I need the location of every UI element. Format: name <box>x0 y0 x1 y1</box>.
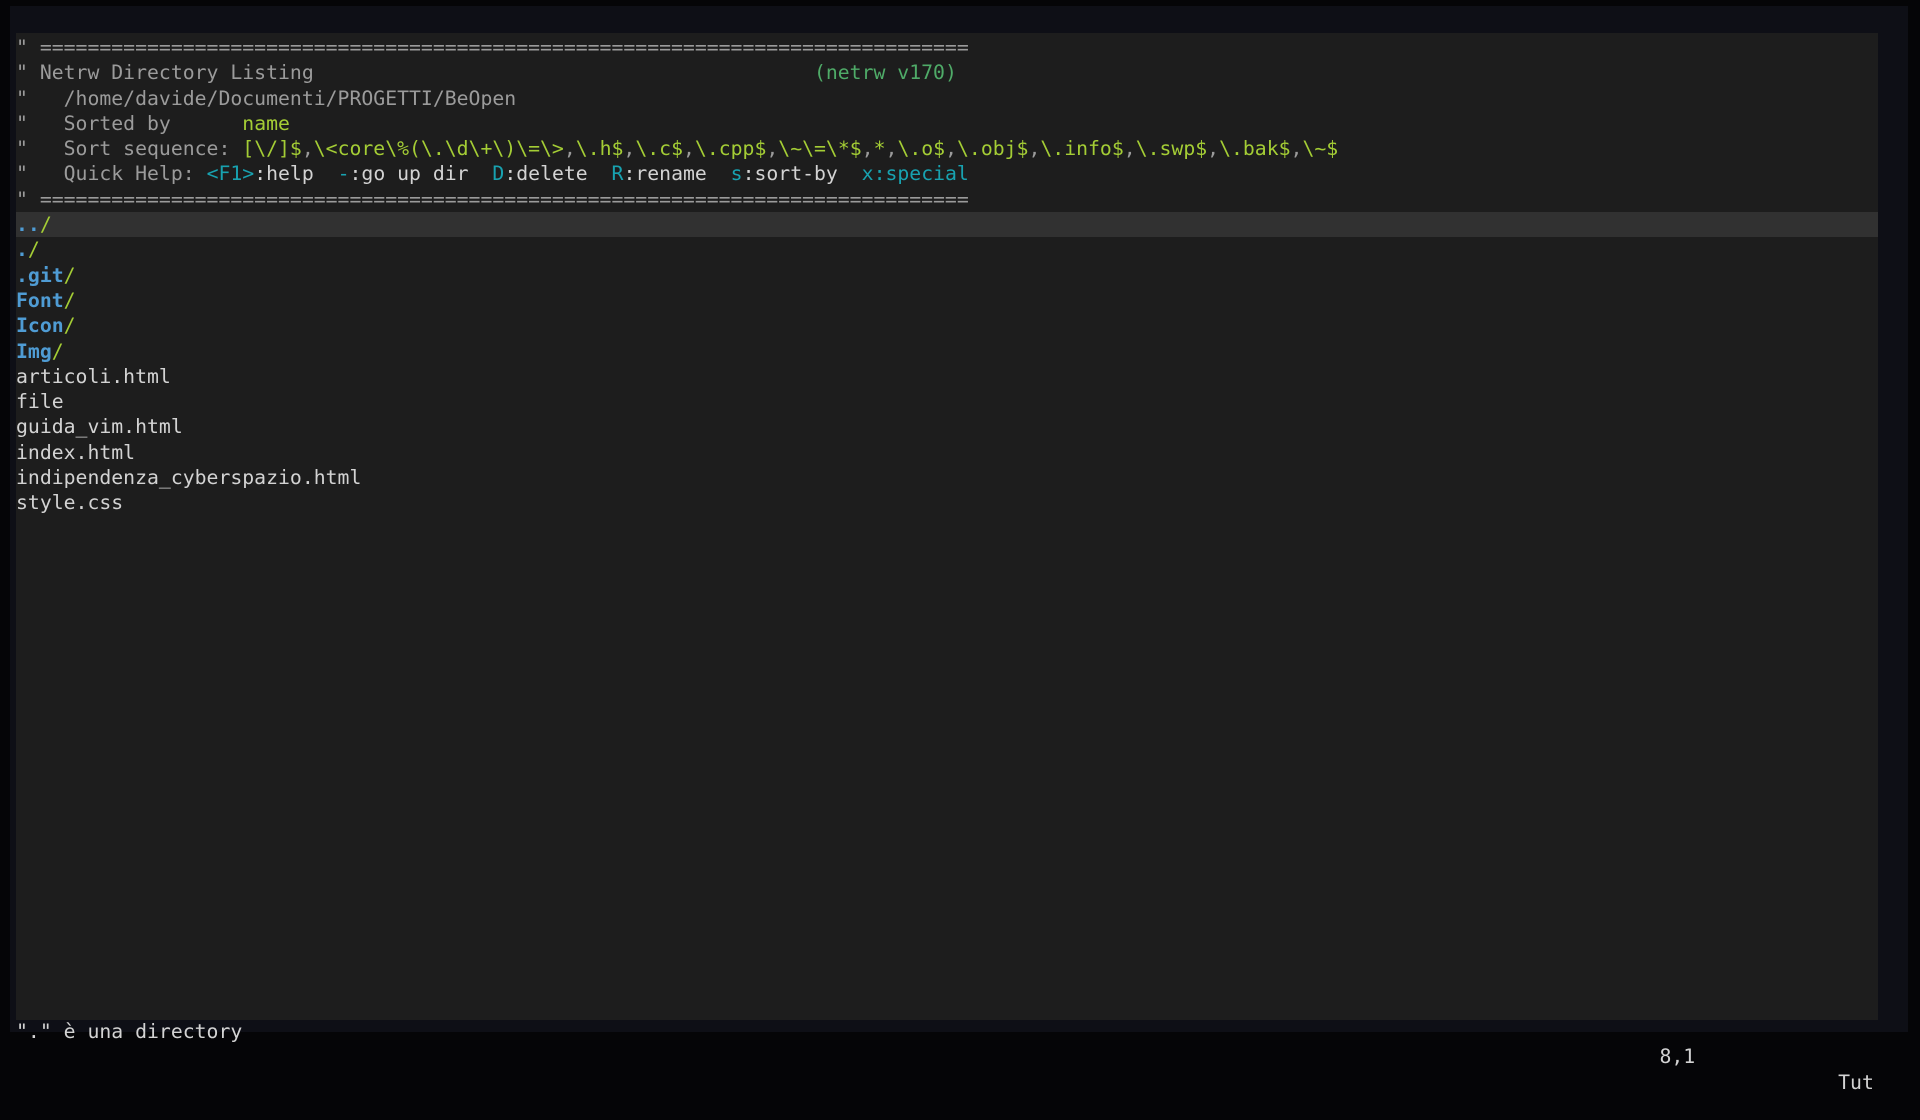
line-segment[interactable]: Img <box>16 340 52 363</box>
line-segment: :help <box>254 162 337 185</box>
entry-index-html[interactable]: index.html <box>16 440 1878 465</box>
entry-current-dir[interactable]: ./ <box>16 237 1878 262</box>
line-segment: s <box>731 162 743 185</box>
line-segment: x:special <box>862 162 969 185</box>
line-segment: \.h$ <box>576 137 624 160</box>
line-segment: , <box>1207 137 1219 160</box>
entry-style-css[interactable]: style.css <box>16 490 1878 515</box>
netrw-separator-bottom: " ======================================… <box>16 187 1878 212</box>
line-segment: \~\=\*$ <box>778 137 861 160</box>
netrw-sorted-by: " Sorted by name <box>16 111 1878 136</box>
line-segment: name <box>242 112 290 135</box>
line-segment: \.c$ <box>635 137 683 160</box>
line-segment[interactable]: / <box>52 340 64 363</box>
line-segment[interactable]: .. <box>16 213 40 236</box>
entry-guida-vim-html[interactable]: guida_vim.html <box>16 414 1878 439</box>
status-line: "." è una directory 8,1 Tut <box>16 994 1878 1019</box>
line-segment[interactable]: / <box>64 314 76 337</box>
netrw-current-path: " /home/davide/Documenti/PROGETTI/BeOpen <box>16 86 1878 111</box>
line-segment[interactable]: Icon <box>16 314 64 337</box>
line-segment: <F1> <box>207 162 255 185</box>
line-segment[interactable]: style.css <box>16 491 123 514</box>
line-segment: \.info$ <box>1040 137 1123 160</box>
line-segment: , <box>1028 137 1040 160</box>
line-segment: " Sort sequence: <box>16 137 242 160</box>
line-segment[interactable]: file <box>16 390 64 413</box>
line-segment[interactable]: .git <box>16 264 64 287</box>
line-segment: , <box>1291 137 1303 160</box>
line-segment[interactable]: Font <box>16 289 64 312</box>
netrw-sort-sequence: " Sort sequence: [\/]$,\<core\%(\.\d\+\)… <box>16 136 1878 161</box>
line-segment: * <box>874 137 886 160</box>
line-segment: " Quick Help: <box>16 162 207 185</box>
line-segment: \.obj$ <box>957 137 1028 160</box>
line-segment: :rename <box>623 162 730 185</box>
line-segment[interactable]: articoli.html <box>16 365 171 388</box>
netrw-quick-help: " Quick Help: <F1>:help -:go up dir D:de… <box>16 161 1878 186</box>
line-segment: [\/]$ <box>242 137 302 160</box>
line-segment <box>314 61 814 84</box>
entry-icon-dir[interactable]: Icon/ <box>16 313 1878 338</box>
desktop: { "colors": { "terminal_bg": "#0e0f16", … <box>0 0 1920 1080</box>
entry-git-dir[interactable]: .git/ <box>16 263 1878 288</box>
entry-articoli-html[interactable]: articoli.html <box>16 364 1878 389</box>
line-segment[interactable]: indipendenza_cyberspazio.html <box>16 466 361 489</box>
line-segment: , <box>302 137 314 160</box>
line-segment: , <box>945 137 957 160</box>
line-segment: (netrw v170) <box>814 61 957 84</box>
status-ruler: 8,1 <box>1659 1044 1695 1069</box>
line-segment: " ======================================… <box>16 188 969 211</box>
entry-file[interactable]: file <box>16 389 1878 414</box>
vim-netrw-editor[interactable]: " ======================================… <box>16 33 1878 1020</box>
line-segment: - <box>338 162 350 185</box>
line-segment: \.cpp$ <box>695 137 766 160</box>
entry-img-dir[interactable]: Img/ <box>16 339 1878 364</box>
line-segment: , <box>1124 137 1136 160</box>
line-segment[interactable]: guida_vim.html <box>16 415 183 438</box>
line-segment: , <box>862 137 874 160</box>
terminal-window: " ======================================… <box>10 6 1908 1032</box>
line-segment: " Netrw Directory Listing <box>16 61 314 84</box>
netrw-separator-top: " ======================================… <box>16 35 1878 60</box>
status-scroll-indicator: Tut <box>1838 1070 1874 1095</box>
entry-indipendenza-cyberspazio-html[interactable]: indipendenza_cyberspazio.html <box>16 465 1878 490</box>
line-segment: \.o$ <box>897 137 945 160</box>
line-segment: , <box>564 137 576 160</box>
line-segment[interactable]: / <box>64 289 76 312</box>
entry-parent-dir[interactable]: ../ <box>16 212 1878 237</box>
line-segment: :sort-by <box>743 162 862 185</box>
line-segment: " ======================================… <box>16 36 969 59</box>
line-segment: \.swp$ <box>1136 137 1207 160</box>
line-segment: , <box>683 137 695 160</box>
line-segment: D <box>492 162 504 185</box>
line-segment[interactable]: / <box>28 238 40 261</box>
line-segment: , <box>886 137 898 160</box>
line-segment: R <box>612 162 624 185</box>
entry-font-dir[interactable]: Font/ <box>16 288 1878 313</box>
line-segment: \~$ <box>1302 137 1338 160</box>
line-segment: " Sorted by <box>16 112 242 135</box>
line-segment[interactable]: . <box>16 238 28 261</box>
line-segment: , <box>766 137 778 160</box>
line-segment: :delete <box>504 162 611 185</box>
line-segment: " /home/davide/Documenti/PROGETTI/BeOpen <box>16 87 516 110</box>
buffer-lines: " ======================================… <box>16 35 1878 516</box>
netrw-banner-title: " Netrw Directory Listing (netrw v170) <box>16 60 1878 85</box>
line-segment[interactable]: / <box>64 264 76 287</box>
line-segment: , <box>623 137 635 160</box>
line-segment: :go up dir <box>350 162 493 185</box>
status-message: "." è una directory <box>16 1019 242 1044</box>
line-segment[interactable]: index.html <box>16 441 135 464</box>
line-segment: \<core\%(\.\d\+\)\=\> <box>314 137 564 160</box>
line-segment[interactable]: / <box>40 213 52 236</box>
line-segment: \.bak$ <box>1219 137 1290 160</box>
